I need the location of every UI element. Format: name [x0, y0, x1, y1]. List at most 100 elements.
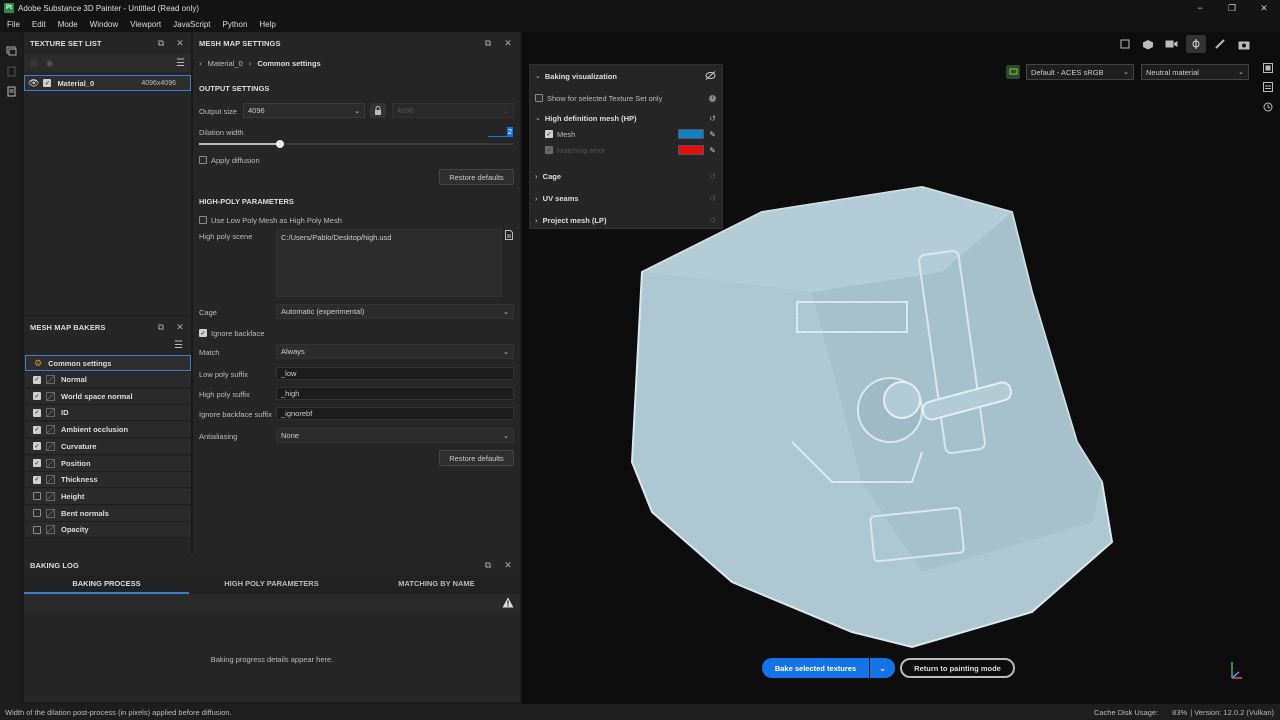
list-menu-icon[interactable]: ☰ — [174, 340, 183, 351]
baker-checkbox[interactable]: ✓ — [33, 442, 41, 451]
baker-checkbox[interactable]: ✓ — [33, 375, 41, 384]
close-panel-icon[interactable]: ✕ — [502, 559, 514, 571]
baker-checkbox[interactable]: ✓ — [33, 459, 41, 467]
dilation-width-input[interactable]: 2 — [488, 126, 513, 137]
baker-row[interactable]: Opacity — [25, 522, 191, 539]
bake-selected-textures-button[interactable]: Bake selected textures — [762, 658, 869, 678]
baker-checkbox[interactable] — [33, 492, 41, 501]
baker-row[interactable]: Bent normals — [25, 505, 191, 522]
baker-row[interactable]: ✓ World space normal — [25, 388, 191, 405]
baker-row[interactable]: ✓ Position — [25, 455, 191, 472]
baker-row[interactable]: ✓ Normal — [25, 372, 191, 388]
baker-checkbox[interactable] — [33, 525, 41, 534]
show-selected-row[interactable]: Show for selected Texture Set only i — [530, 93, 722, 103]
cage-header[interactable]: › Cage ↺ — [530, 171, 722, 181]
undock-icon[interactable]: ⧉ — [482, 37, 494, 49]
baker-row[interactable]: ✓ Thickness — [25, 472, 191, 489]
apply-diffusion-row[interactable]: Apply diffusion — [199, 155, 260, 165]
color-profile-select[interactable]: Default - ACES sRGB ⌄ — [1026, 64, 1134, 80]
baker-checkbox[interactable]: ✓ — [33, 425, 41, 434]
display-settings-icon[interactable] — [1006, 65, 1020, 79]
return-to-painting-button[interactable]: Return to painting mode — [900, 658, 1015, 678]
use-low-poly-checkbox[interactable] — [199, 216, 207, 224]
mesh-row[interactable]: ✓ Mesh ✎ — [530, 129, 722, 139]
info-icon[interactable]: i — [709, 94, 716, 102]
visibility-eye-icon[interactable]: 👁 — [28, 78, 39, 89]
common-settings-row[interactable]: ⚙ Common settings — [25, 355, 191, 371]
menu-mode[interactable]: Mode — [58, 20, 78, 29]
baker-checkbox[interactable] — [33, 509, 41, 518]
project-mesh-header[interactable]: › Project mesh (LP) ↺ — [530, 215, 722, 225]
eye-off-icon[interactable] — [705, 70, 716, 82]
high-poly-scene-list[interactable]: C:/Users/Pablo/Desktop/high.usd — [276, 229, 502, 297]
apply-diffusion-checkbox[interactable] — [199, 156, 207, 164]
menu-file[interactable]: File — [7, 20, 20, 29]
file-browse-icon[interactable] — [504, 229, 514, 241]
brush-icon[interactable] — [1212, 37, 1228, 51]
cage-select[interactable]: Automatic (experimental) ⌄ — [276, 304, 514, 319]
solo-icon[interactable]: ◉ — [46, 58, 54, 69]
maximize-button[interactable]: ❐ — [1216, 0, 1248, 16]
eye-toggle-icon[interactable]: ◎ — [30, 58, 38, 69]
menu-window[interactable]: Window — [90, 20, 118, 29]
document-icon[interactable] — [5, 85, 17, 97]
match-select[interactable]: Always ⌄ — [276, 344, 514, 359]
baker-row[interactable]: ✓ ID — [25, 405, 191, 422]
baker-row[interactable]: ✓ Curvature — [25, 438, 191, 455]
menu-javascript[interactable]: JavaScript — [173, 20, 210, 29]
screenshot-camera-icon[interactable] — [1236, 37, 1252, 51]
material-mode-select[interactable]: Neutral material ⌄ — [1141, 64, 1249, 80]
close-button[interactable]: ✕ — [1248, 0, 1280, 16]
output-size-select[interactable]: 4096 ⌄ — [243, 103, 365, 118]
matching-error-checkbox[interactable]: ✓ — [545, 146, 553, 154]
baking-visualization-header[interactable]: ⌄ Baking visualization — [530, 70, 722, 82]
menu-edit[interactable]: Edit — [32, 20, 46, 29]
breadcrumb-material[interactable]: Material_0 — [208, 59, 243, 68]
ignore-backface-row[interactable]: ✓ Ignore backface — [199, 328, 264, 338]
eyedropper-icon[interactable]: ✎ — [709, 130, 716, 139]
menu-python[interactable]: Python — [223, 20, 248, 29]
menu-viewport[interactable]: Viewport — [130, 20, 161, 29]
close-panel-icon[interactable]: ✕ — [174, 37, 186, 49]
shelf-icon[interactable] — [1262, 62, 1274, 74]
reset-icon[interactable]: ↺ — [709, 216, 716, 225]
baker-row[interactable]: ✓ Ambient occlusion — [25, 422, 191, 439]
tab-matching-by-name[interactable]: MATCHING BY NAME — [354, 574, 519, 592]
baker-checkbox[interactable]: ✓ — [33, 475, 41, 484]
menu-help[interactable]: Help — [259, 20, 275, 29]
dilation-slider-track[interactable] — [199, 143, 513, 145]
reset-icon[interactable]: ↺ — [709, 194, 716, 203]
minimize-button[interactable]: − — [1184, 0, 1216, 16]
list-menu-icon[interactable]: ☰ — [176, 58, 185, 69]
texture-set-row[interactable]: 👁 ✓ Material_0 4096x4096 — [24, 75, 191, 91]
mesh-color-swatch[interactable] — [678, 129, 705, 139]
close-panel-icon[interactable]: ✕ — [174, 321, 186, 333]
matching-error-color-swatch[interactable] — [678, 145, 705, 155]
baker-row[interactable]: Height — [25, 488, 191, 505]
uv-seams-header[interactable]: › UV seams ↺ — [530, 193, 722, 203]
reset-icon[interactable]: ↺ — [709, 114, 716, 123]
tab-high-poly-parameters[interactable]: HIGH POLY PARAMETERS — [189, 574, 354, 592]
properties-icon[interactable] — [1262, 81, 1274, 93]
tab-baking-process[interactable]: BAKING PROCESS — [24, 574, 189, 592]
history-icon[interactable] — [1262, 101, 1274, 113]
eyedropper-icon[interactable]: ✎ — [709, 146, 716, 155]
restore-defaults-button[interactable]: Restore defaults — [439, 169, 514, 185]
reset-icon[interactable]: ↺ — [709, 172, 716, 181]
baker-checkbox[interactable]: ✓ — [33, 408, 41, 417]
baker-checkbox[interactable]: ✓ — [33, 392, 41, 401]
cube-icon[interactable] — [1140, 37, 1156, 51]
layer-icon[interactable] — [5, 65, 17, 77]
mesh-checkbox[interactable]: ✓ — [545, 130, 553, 138]
video-camera-icon[interactable] — [1162, 37, 1180, 51]
hp-header[interactable]: ⌄ High definition mesh (HP) ↺ — [530, 113, 722, 123]
ignore-backface-suffix-input[interactable]: _ignorebf — [276, 407, 514, 420]
undock-icon[interactable]: ⧉ — [155, 37, 167, 49]
camera-2d-icon[interactable] — [1118, 37, 1134, 51]
undock-icon[interactable]: ⧉ — [482, 559, 494, 571]
close-panel-icon[interactable]: ✕ — [502, 37, 514, 49]
matching-error-row[interactable]: ✓ Matching error ✎ — [530, 145, 722, 155]
use-low-poly-row[interactable]: Use Low Poly Mesh as High Poly Mesh — [199, 215, 342, 225]
dilation-slider-handle[interactable] — [276, 140, 284, 148]
restore-defaults-button-2[interactable]: Restore defaults — [439, 450, 514, 466]
